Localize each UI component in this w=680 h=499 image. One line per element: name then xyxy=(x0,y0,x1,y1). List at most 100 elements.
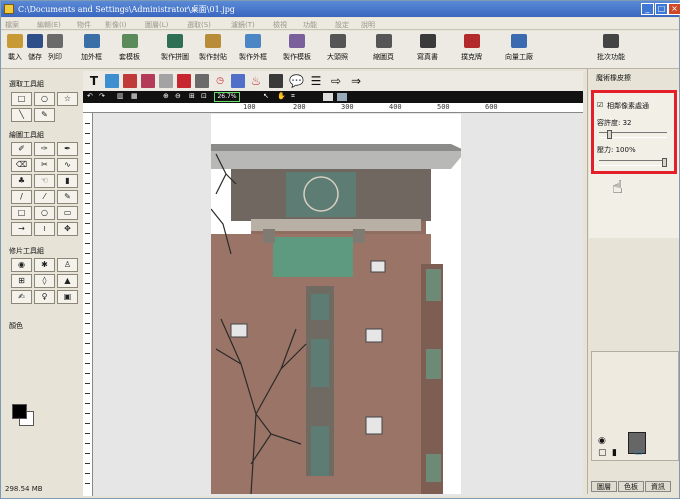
toolbar-button-3[interactable]: 加外框 xyxy=(81,34,102,62)
arrow-shape-2-icon[interactable]: ⇒ xyxy=(349,74,363,88)
film-icon[interactable] xyxy=(269,74,283,88)
menu-function[interactable]: 功能 xyxy=(303,20,317,30)
menu-object[interactable]: 物件 xyxy=(77,20,91,30)
delete-layer-icon[interactable]: ▮ xyxy=(612,448,617,458)
zoom-in-icon[interactable]: ⊕ xyxy=(163,92,169,100)
toolbar-button-7[interactable]: 製作外框 xyxy=(239,34,267,62)
toolbar-button-5[interactable]: 製作拼圖 xyxy=(161,34,189,62)
pointer-icon[interactable]: ↖ xyxy=(263,92,269,100)
menu-help[interactable]: 說明 xyxy=(361,20,375,30)
paste-icon[interactable]: ▦ xyxy=(131,92,138,100)
new-layer-icon[interactable]: ▢ xyxy=(598,448,607,458)
close-button[interactable]: × xyxy=(668,3,680,15)
bottle-tool[interactable]: ♙ xyxy=(57,258,78,272)
tab-info[interactable]: 資訊 xyxy=(645,481,671,492)
fit-icon[interactable]: ⊞ xyxy=(189,92,195,100)
zoom-level[interactable]: 26.7% xyxy=(214,92,240,102)
lines-icon[interactable]: ☰ xyxy=(309,74,323,88)
toolbar-button-12[interactable]: 撲克牌 xyxy=(461,34,482,62)
ellipse-shape-tool[interactable]: ○ xyxy=(34,206,55,220)
magic-wand-tool[interactable]: ╲ xyxy=(11,108,32,122)
polygon-select-tool[interactable]: ✎ xyxy=(34,108,55,122)
hand-pan-icon[interactable]: ✋ xyxy=(277,92,286,100)
airbrush-tool[interactable]: ✑ xyxy=(34,142,55,156)
view-mode-1-icon[interactable] xyxy=(323,93,333,101)
rect-select-tool[interactable]: □ xyxy=(11,92,32,106)
pencil-tool[interactable]: / xyxy=(11,190,32,204)
eye-icon[interactable]: ◉ xyxy=(598,436,606,446)
brush-tool[interactable]: ✐ xyxy=(11,142,32,156)
eraser-tool[interactable]: ⌫ xyxy=(11,158,32,172)
move-tool[interactable]: ✥ xyxy=(57,222,78,236)
dodge-tool[interactable]: ♀ xyxy=(34,290,55,304)
toolbar-button-11[interactable]: 寫真書 xyxy=(417,34,438,62)
menu-edit[interactable]: 編輯(E) xyxy=(37,20,61,30)
clone-tool[interactable]: ⊞ xyxy=(11,274,32,288)
rounded-shape-tool[interactable]: ▭ xyxy=(57,206,78,220)
layer-property-icon[interactable]: ▭ xyxy=(634,448,643,458)
cake-icon[interactable]: ♨ xyxy=(249,74,263,88)
menu-image[interactable]: 影像(I) xyxy=(105,20,127,30)
smudge-tool[interactable]: ∿ xyxy=(57,158,78,172)
crop-icon[interactable]: ⌗ xyxy=(291,92,295,101)
dropper-tool[interactable]: ✎ xyxy=(57,190,78,204)
view-mode-2-icon[interactable] xyxy=(337,93,347,101)
foreground-color-swatch[interactable] xyxy=(12,404,27,419)
undo-icon[interactable]: ↶ xyxy=(87,92,93,100)
tag-icon[interactable] xyxy=(231,74,245,88)
stamp-tool[interactable]: ♣ xyxy=(11,174,32,188)
arrow-shape-icon[interactable]: ⇨ xyxy=(329,74,343,88)
toolbar-button-6[interactable]: 製作封貼 xyxy=(199,34,227,62)
toolbar-button-4[interactable]: 套模板 xyxy=(119,34,140,62)
fill-tool[interactable]: ▮ xyxy=(57,174,78,188)
line-tool[interactable]: → xyxy=(11,222,32,236)
menu-layer[interactable]: 圖層(L) xyxy=(145,20,168,30)
tab-swatches[interactable]: 色板 xyxy=(618,481,644,492)
heal-tool[interactable]: ✱ xyxy=(34,258,55,272)
hand-tool[interactable]: ☜ xyxy=(34,174,55,188)
red-eye-tool[interactable]: ◉ xyxy=(11,258,32,272)
menu-file[interactable]: 檔案 xyxy=(5,20,19,30)
toolbar-button-14[interactable]: 批次功能 xyxy=(597,34,625,62)
toolbar-button-label: 載入 xyxy=(8,53,22,61)
frame-insert-icon[interactable] xyxy=(141,74,155,88)
photo-canvas[interactable] xyxy=(210,114,466,495)
maximize-button[interactable]: □ xyxy=(655,3,668,15)
border-insert-icon[interactable] xyxy=(159,74,173,88)
toolbar-button-10[interactable]: 縮圖頁 xyxy=(373,34,394,62)
menu-filter[interactable]: 濾鏡(T) xyxy=(231,20,255,30)
menu-settings[interactable]: 設定 xyxy=(335,20,349,30)
image-insert-icon[interactable] xyxy=(105,74,119,88)
redo-icon[interactable]: ↷ xyxy=(99,92,105,100)
blur-tool[interactable]: ◊ xyxy=(34,274,55,288)
text-tool-icon[interactable]: T xyxy=(87,74,101,88)
pen-tool[interactable]: ✒ xyxy=(57,142,78,156)
stamp-insert-icon[interactable] xyxy=(177,74,191,88)
minimize-button[interactable]: _ xyxy=(641,3,654,15)
speech-bubble-icon[interactable]: 💬 xyxy=(289,74,304,88)
tab-layers[interactable]: 圖層 xyxy=(591,481,617,492)
lasso-select-tool[interactable]: ☆ xyxy=(57,92,78,106)
toolbar-button-9[interactable]: 大頭照 xyxy=(327,34,348,62)
toolbar-button-2[interactable]: 列印 xyxy=(47,34,63,62)
menu-view[interactable]: 檢視 xyxy=(273,20,287,30)
clock-icon[interactable]: ◷ xyxy=(213,74,227,88)
color-brush-tool[interactable]: ✍ xyxy=(11,290,32,304)
magic-eraser-tool[interactable]: ✂ xyxy=(34,158,55,172)
layer-tool[interactable]: ▣ xyxy=(57,290,78,304)
toolbar-button-8[interactable]: 製作模板 xyxy=(283,34,311,62)
toolbar-button-0[interactable]: 載入 xyxy=(7,34,23,62)
menu-select[interactable]: 選取(S) xyxy=(187,20,211,30)
toolbar-button-1[interactable]: 儲存 xyxy=(27,34,43,62)
rect-shape-tool[interactable]: □ xyxy=(11,206,32,220)
toolbar-button-13[interactable]: 向量工廠 xyxy=(505,34,533,62)
actual-size-icon[interactable]: ⊡ xyxy=(201,92,207,100)
photo-insert-icon[interactable] xyxy=(123,74,137,88)
ellipse-select-tool[interactable]: ○ xyxy=(34,92,55,106)
sharpen-tool[interactable]: ▲ xyxy=(57,274,78,288)
copy-icon[interactable]: ▥ xyxy=(117,92,124,100)
card-insert-icon[interactable] xyxy=(195,74,209,88)
color-picker-tool[interactable]: ⁄ xyxy=(34,190,55,204)
zoom-out-icon[interactable]: ⊖ xyxy=(175,92,181,100)
curve-tool[interactable]: ≀ xyxy=(34,222,55,236)
